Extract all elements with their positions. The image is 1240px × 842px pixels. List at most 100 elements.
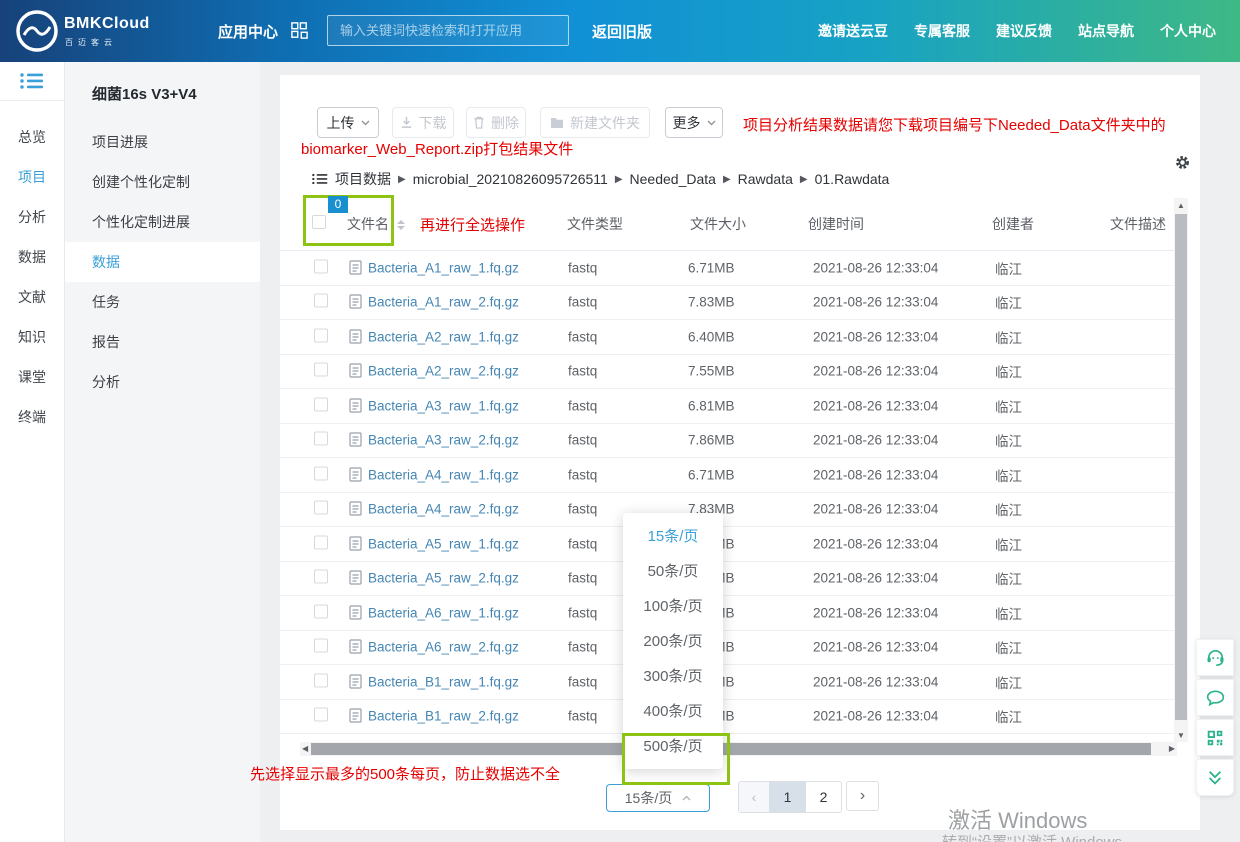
download-button[interactable]: 下载 xyxy=(392,107,454,138)
row-checkbox[interactable] xyxy=(314,639,328,653)
delete-button[interactable]: 删除 xyxy=(466,107,526,138)
qr-code-button[interactable] xyxy=(1196,719,1234,756)
rail-item-3[interactable]: 数据 xyxy=(0,237,64,277)
row-checkbox[interactable] xyxy=(314,397,328,411)
file-name-link[interactable]: Bacteria_A5_raw_1.fq.gz xyxy=(368,536,519,551)
breadcrumb-segment[interactable]: Rawdata xyxy=(738,171,793,187)
scroll-down-icon[interactable]: ▼ xyxy=(1174,731,1188,740)
scroll-right-icon[interactable]: ▶ xyxy=(1169,744,1175,753)
page-number-button[interactable]: 1 xyxy=(770,782,806,812)
next-page-button[interactable]: › xyxy=(846,781,879,811)
rail-item-7[interactable]: 终端 xyxy=(0,397,64,437)
file-name-link[interactable]: Bacteria_A4_raw_1.fq.gz xyxy=(368,467,519,482)
row-checkbox[interactable] xyxy=(314,673,328,687)
breadcrumb-root[interactable]: 项目数据 xyxy=(335,169,391,189)
menu-toggle-icon[interactable] xyxy=(0,62,64,101)
page-size-annotation: 先选择显示最多的500条每页，防止数据选不全 xyxy=(250,763,560,784)
upload-button[interactable]: 上传 xyxy=(317,107,379,138)
row-checkbox[interactable] xyxy=(314,259,328,273)
file-name-link[interactable]: Bacteria_A2_raw_1.fq.gz xyxy=(368,329,519,344)
file-name-link[interactable]: Bacteria_A4_raw_2.fq.gz xyxy=(368,502,519,517)
header-nav-item[interactable]: 专属客服 xyxy=(914,21,970,41)
file-name-link[interactable]: Bacteria_A6_raw_1.fq.gz xyxy=(368,605,519,620)
row-checkbox[interactable] xyxy=(314,604,328,618)
customer-service-button[interactable] xyxy=(1196,639,1234,676)
row-checkbox[interactable] xyxy=(314,432,328,446)
file-name-link[interactable]: Bacteria_B1_raw_2.fq.gz xyxy=(368,709,519,724)
row-checkbox[interactable] xyxy=(314,708,328,722)
back-to-old-version-link[interactable]: 返回旧版 xyxy=(592,21,652,42)
page-size-option[interactable]: 50条/页 xyxy=(623,554,723,589)
page-size-option[interactable]: 200条/页 xyxy=(623,624,723,659)
bmk-logo-icon[interactable] xyxy=(14,8,60,59)
row-checkbox[interactable] xyxy=(314,328,328,342)
header-nav-item[interactable]: 建议反馈 xyxy=(996,21,1052,41)
page-size-option[interactable]: 500条/页 xyxy=(623,729,723,764)
page-size-option[interactable]: 15条/页 xyxy=(623,519,723,554)
table-row: Bacteria_A6_raw_1.fq.gz fastq 6.69MB 202… xyxy=(280,596,1177,631)
breadcrumb-segment[interactable]: 01.Rawdata xyxy=(815,171,890,187)
sidebar-item-0[interactable]: 项目进展 xyxy=(65,122,260,162)
file-name-link[interactable]: Bacteria_A3_raw_2.fq.gz xyxy=(368,433,519,448)
row-checkbox[interactable] xyxy=(314,570,328,584)
file-type: fastq xyxy=(568,295,597,310)
select-all-checkbox[interactable] xyxy=(312,215,326,229)
header-nav-item[interactable]: 邀请送云豆 xyxy=(818,21,888,41)
file-name-link[interactable]: Bacteria_A2_raw_2.fq.gz xyxy=(368,364,519,379)
row-checkbox[interactable] xyxy=(314,501,328,515)
sidebar-item-1[interactable]: 创建个性化定制 xyxy=(65,162,260,202)
rail-item-6[interactable]: 课堂 xyxy=(0,357,64,397)
sidebar-item-5[interactable]: 报告 xyxy=(65,322,260,362)
prev-page-button[interactable]: ‹ xyxy=(739,782,770,812)
sort-carets-icon[interactable] xyxy=(397,216,405,234)
page-size-option[interactable]: 400条/页 xyxy=(623,694,723,729)
page-size-option[interactable]: 100条/页 xyxy=(623,589,723,624)
breadcrumb-segment[interactable]: microbial_20210826095726511 xyxy=(413,171,608,187)
sidebar-item-4[interactable]: 任务 xyxy=(65,282,260,322)
new-folder-button[interactable]: 新建文件夹 xyxy=(540,107,650,138)
scroll-left-icon[interactable]: ◀ xyxy=(302,744,308,753)
gear-icon[interactable] xyxy=(1174,154,1191,176)
file-name-link[interactable]: Bacteria_A3_raw_1.fq.gz xyxy=(368,398,519,413)
file-creator: 临江 xyxy=(995,258,1022,278)
vertical-scrollbar-thumb[interactable] xyxy=(1175,214,1187,720)
vertical-scrollbar[interactable]: ▲ ▼ xyxy=(1174,198,1188,742)
page-size-select[interactable]: 15条/页 xyxy=(606,784,710,812)
file-name-link[interactable]: Bacteria_A1_raw_2.fq.gz xyxy=(368,295,519,310)
horizontal-scrollbar-thumb[interactable] xyxy=(311,743,1151,755)
row-checkbox[interactable] xyxy=(314,294,328,308)
row-checkbox[interactable] xyxy=(314,363,328,377)
column-header-description: 文件描述 xyxy=(1110,214,1166,234)
new-folder-label: 新建文件夹 xyxy=(570,113,640,133)
header-nav-item[interactable]: 个人中心 xyxy=(1160,21,1216,41)
app-grid-icon[interactable] xyxy=(291,22,308,44)
scroll-up-icon[interactable]: ▲ xyxy=(1174,201,1188,210)
page-size-option[interactable]: 300条/页 xyxy=(623,659,723,694)
page-number-button[interactable]: 2 xyxy=(806,782,841,812)
breadcrumb-segment[interactable]: Needed_Data xyxy=(630,171,716,187)
column-header-filename[interactable]: 文件名 xyxy=(347,214,389,234)
header-nav-item[interactable]: 站点导航 xyxy=(1078,21,1134,41)
sidebar-item-2[interactable]: 个性化定制进展 xyxy=(65,202,260,242)
file-name-link[interactable]: Bacteria_B1_raw_1.fq.gz xyxy=(368,674,519,689)
sidebar-item-3[interactable]: 数据 xyxy=(65,242,260,282)
row-checkbox[interactable] xyxy=(314,535,328,549)
rail-item-0[interactable]: 总览 xyxy=(0,117,64,157)
file-size: 6.71MB xyxy=(688,467,735,482)
app-center-link[interactable]: 应用中心 xyxy=(218,21,278,42)
file-name-link[interactable]: Bacteria_A1_raw_1.fq.gz xyxy=(368,260,519,275)
app-search-input[interactable] xyxy=(327,15,569,46)
rail-item-2[interactable]: 分析 xyxy=(0,197,64,237)
row-checkbox[interactable] xyxy=(314,466,328,480)
rail-item-1[interactable]: 项目 xyxy=(0,157,64,197)
collapse-button[interactable] xyxy=(1196,759,1234,796)
rail-item-5[interactable]: 知识 xyxy=(0,317,64,357)
horizontal-scrollbar[interactable]: ◀ ▶ xyxy=(300,742,1177,756)
more-button[interactable]: 更多 xyxy=(665,107,723,138)
sidebar-item-6[interactable]: 分析 xyxy=(65,362,260,402)
file-size: 6.71MB xyxy=(688,260,735,275)
file-name-link[interactable]: Bacteria_A5_raw_2.fq.gz xyxy=(368,571,519,586)
file-name-link[interactable]: Bacteria_A6_raw_2.fq.gz xyxy=(368,640,519,655)
rail-item-4[interactable]: 文献 xyxy=(0,277,64,317)
chat-button[interactable] xyxy=(1196,679,1234,716)
